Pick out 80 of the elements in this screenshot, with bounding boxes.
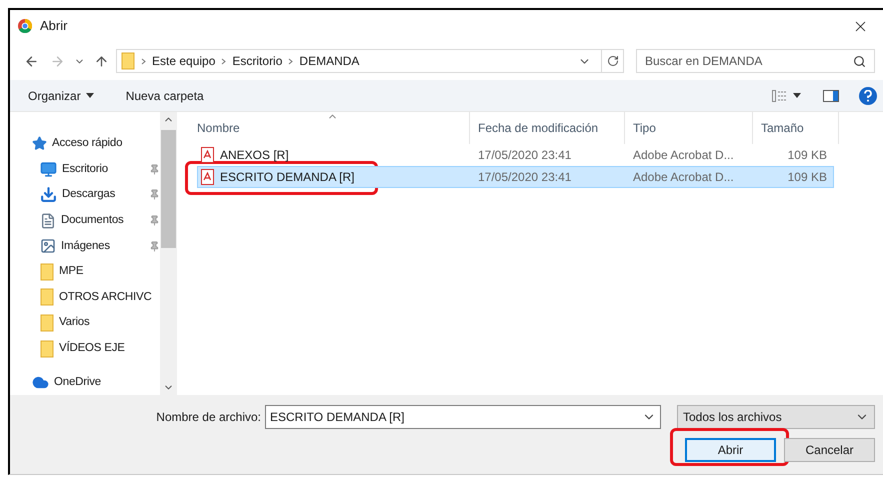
folder-icon (40, 340, 54, 358)
sidebar-item[interactable]: Documentos (32, 208, 160, 234)
file-row[interactable]: ANEXOS [R] 17/05/2020 23:41 Adobe Acrobat D... 109 KB (197, 144, 834, 166)
scrollbar-thumb[interactable] (161, 130, 176, 248)
file-name: ESCRITO DEMANDA [R] (220, 169, 354, 186)
sidebar-label: Imágenes (61, 238, 110, 254)
search-input[interactable]: Buscar en DEMANDA (645, 52, 853, 70)
caret-icon (86, 93, 94, 98)
sidebar-item[interactable]: Descargas (32, 182, 160, 208)
chevron-right-icon (288, 58, 294, 64)
question-mark-icon (864, 90, 872, 102)
sidebar-item[interactable]: OneDrive (32, 369, 160, 395)
sidebar-item[interactable]: OTROS ARCHIVC (32, 284, 160, 310)
search-icon (853, 54, 866, 68)
file-size: 109 KB (786, 169, 828, 186)
sidebar-item[interactable]: Acceso rápido (32, 131, 160, 157)
filename-label: Nombre de archivo: (156, 409, 261, 426)
pin-icon (149, 164, 160, 175)
dialog-button[interactable]: Cancelar (784, 438, 875, 462)
star-icon (32, 136, 47, 152)
document-icon (40, 212, 56, 229)
preview-pane-icon (823, 90, 839, 102)
pin-icon (149, 215, 160, 226)
breadcrumb-item[interactable]: DEMANDA (299, 52, 360, 70)
new-folder-button[interactable]: Nueva carpeta (126, 84, 204, 108)
column-header[interactable]: Tamaño (752, 112, 839, 144)
sidebar-label: OTROS ARCHIVC (59, 290, 152, 305)
pdf-file-icon (201, 169, 214, 185)
help-button[interactable] (859, 86, 877, 104)
dialog-button[interactable]: Abrir (685, 438, 776, 462)
sidebar-label: Escritorio (62, 162, 108, 177)
sidebar-label: MPE (59, 264, 84, 280)
list-view-icon (772, 90, 787, 102)
file-type: Adobe Acrobat D... (632, 147, 735, 164)
file-type-dropdown[interactable]: Todos los archivos (677, 405, 875, 429)
sidebar-item[interactable]: Varios (32, 310, 160, 336)
sidebar-item[interactable]: Imágenes (32, 233, 160, 259)
refresh-icon[interactable] (606, 55, 618, 67)
sidebar-label: Varios (59, 315, 90, 330)
folder-icon (40, 314, 54, 332)
caret-icon (793, 93, 801, 98)
column-header[interactable]: Nombre (197, 112, 469, 144)
folder-icon (40, 262, 54, 281)
sidebar-label: OneDrive (54, 374, 101, 390)
sidebar-label: Documentos (61, 212, 124, 228)
search-field[interactable]: Buscar en DEMANDA (636, 49, 875, 73)
organize-menu-button[interactable]: Organizar (28, 84, 94, 108)
address-bar[interactable]: Este equipo Escritorio DEMANDA (116, 49, 624, 73)
browser-logo-icon (18, 19, 32, 33)
window-title: Abrir (40, 17, 68, 36)
sidebar-item[interactable]: Escritorio (32, 156, 160, 182)
sidebar-scrollbar[interactable] (160, 112, 177, 395)
column-header[interactable]: Tipo (624, 112, 752, 144)
chevron-right-icon (221, 58, 226, 64)
file-type: Adobe Acrobat D... (632, 169, 735, 186)
breadcrumb-item[interactable]: Este equipo (152, 52, 216, 70)
file-row[interactable]: ESCRITO DEMANDA [R] 17/05/2020 23:41 Adobe Acrobat D... 109 KB (197, 166, 834, 188)
folder-icon (40, 288, 54, 306)
file-size: 109 KB (786, 147, 828, 164)
filename-input[interactable]: ESCRITO DEMANDA [R] (270, 408, 642, 426)
file-date: 17/05/2020 23:41 (477, 147, 572, 164)
filename-field[interactable]: ESCRITO DEMANDA [R] (265, 405, 661, 429)
sidebar-item[interactable]: MPE (32, 258, 160, 285)
image-icon (40, 238, 56, 254)
file-date: 17/05/2020 23:41 (477, 169, 572, 186)
folder-icon (121, 52, 135, 70)
monitor-icon (40, 160, 57, 178)
pin-icon (149, 189, 160, 200)
download-icon (40, 186, 57, 204)
sidebar-label: Acceso rápido (52, 136, 122, 152)
pdf-file-icon (201, 147, 214, 163)
forward-arrow-icon (50, 54, 64, 68)
breadcrumb-item[interactable]: Escritorio (232, 52, 282, 70)
chevron-right-icon (141, 58, 146, 64)
sidebar-label: VÍDEOS EJE (59, 340, 125, 356)
column-header[interactable]: Fecha de modificación (469, 112, 624, 144)
pin-icon (149, 240, 160, 252)
sidebar-item[interactable]: VÍDEOS EJE (32, 336, 160, 362)
file-name: ANEXOS [R] (220, 147, 289, 164)
sidebar-label: Descargas (62, 187, 116, 202)
